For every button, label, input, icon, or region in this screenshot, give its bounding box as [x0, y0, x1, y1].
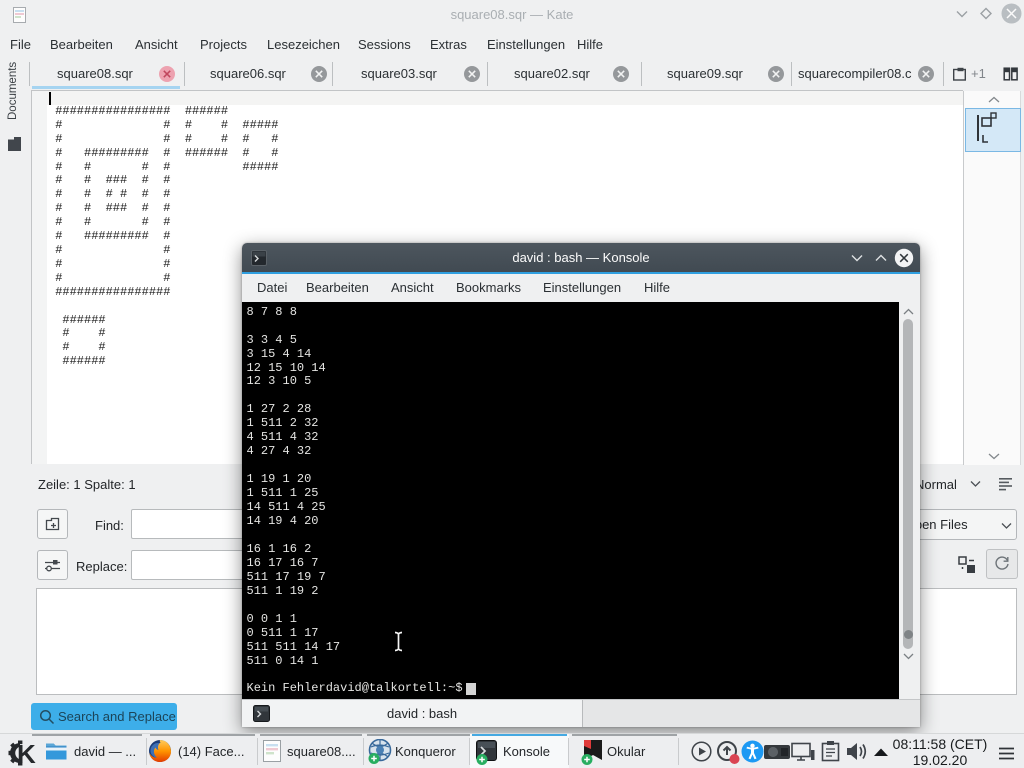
svg-text:K: K: [17, 739, 36, 767]
